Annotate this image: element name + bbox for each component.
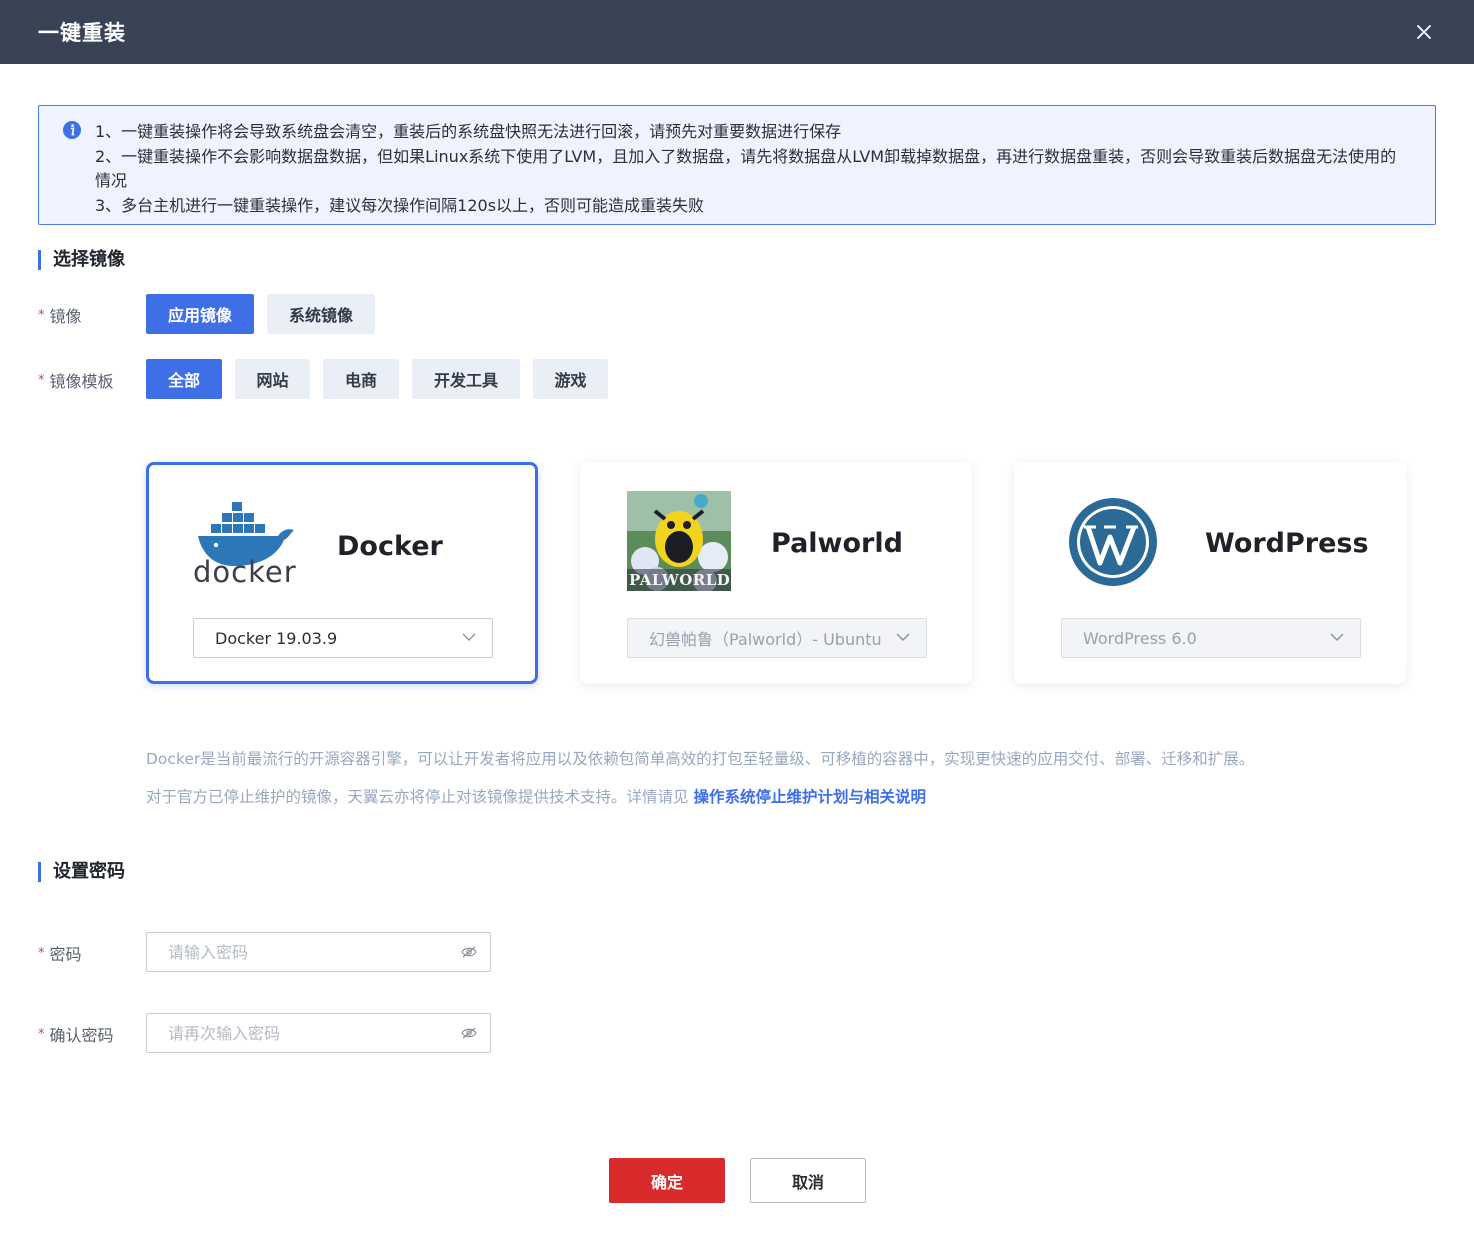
palworld-logo: PALWORLD bbox=[627, 491, 731, 591]
image-description: Docker是当前最流行的开源容器引擎，可以让开发者将应用以及依赖包简单高效的打… bbox=[146, 750, 1255, 768]
notice-line-3: 3、多台主机进行一键重装操作，建议每次操作间隔120s以上，否则可能造成重装失败 bbox=[95, 195, 705, 215]
dialog-header: 一键重装 bbox=[0, 0, 1474, 64]
chevron-down-icon bbox=[1330, 633, 1344, 641]
template-tab-ecommerce[interactable]: 电商 bbox=[323, 359, 399, 399]
wordpress-logo bbox=[1068, 497, 1158, 587]
tab-system-image[interactable]: 系统镜像 bbox=[267, 294, 375, 334]
chevron-down-icon bbox=[896, 633, 910, 641]
docker-version-select[interactable]: Docker 19.03.9 bbox=[193, 618, 493, 658]
cancel-button[interactable]: 取消 bbox=[750, 1158, 866, 1203]
template-label: * 镜像模板 bbox=[38, 372, 114, 391]
template-tab-games[interactable]: 游戏 bbox=[533, 359, 608, 399]
template-tab-all[interactable]: 全部 bbox=[146, 359, 222, 399]
wordpress-version-value: WordPress 6.0 bbox=[1083, 628, 1197, 648]
section-title-password: 设置密码 bbox=[38, 862, 125, 882]
palworld-version-select[interactable]: 幻兽帕鲁（Palworld）- Ubuntu bbox=[627, 618, 927, 658]
card-name-palworld: Palworld bbox=[771, 528, 903, 559]
dialog-title: 一键重装 bbox=[38, 21, 126, 45]
card-name-wordpress: WordPress bbox=[1205, 528, 1369, 559]
wordpress-icon bbox=[1069, 498, 1157, 586]
info-icon bbox=[63, 121, 81, 139]
eye-off-icon[interactable] bbox=[461, 1027, 477, 1039]
docker-logo-text: docker bbox=[193, 555, 297, 589]
image-card-palworld[interactable]: PALWORLD Palworld 幻兽帕鲁（Palworld）- Ubuntu bbox=[580, 462, 972, 684]
notice-box: 1、一键重装操作将会导致系统盘会清空，重装后的系统盘快照无法进行回滚，请预先对重… bbox=[38, 105, 1436, 225]
palworld-version-value: 幻兽帕鲁（Palworld）- Ubuntu bbox=[649, 630, 882, 649]
close-icon bbox=[1417, 25, 1431, 39]
wordpress-version-select[interactable]: WordPress 6.0 bbox=[1061, 618, 1361, 658]
maintenance-plan-link[interactable]: 操作系统停止维护计划与相关说明 bbox=[693, 788, 926, 806]
confirm-password-label: * 确认密码 bbox=[38, 1026, 114, 1045]
maintenance-notice: 对于官方已停止维护的镜像，天翼云亦将停止对该镜像提供技术支持。详情请见 操作系统… bbox=[146, 788, 926, 806]
docker-version-value: Docker 19.03.9 bbox=[215, 628, 338, 648]
template-tab-website[interactable]: 网站 bbox=[235, 359, 310, 399]
confirm-password-input[interactable] bbox=[146, 1013, 491, 1053]
close-button[interactable] bbox=[1410, 18, 1438, 46]
template-tab-devtools[interactable]: 开发工具 bbox=[412, 359, 520, 399]
card-name-docker: Docker bbox=[337, 531, 443, 562]
chevron-down-icon bbox=[462, 633, 476, 641]
password-input[interactable] bbox=[146, 932, 491, 972]
image-card-wordpress[interactable]: WordPress WordPress 6.0 bbox=[1014, 462, 1406, 684]
eye-off-icon[interactable] bbox=[461, 946, 477, 958]
palworld-logo-text: PALWORLD bbox=[629, 571, 731, 589]
notice-line-2: 2、一键重装操作不会影响数据盘数据，但如果Linux系统下使用了LVM，且加入了… bbox=[95, 146, 1397, 191]
password-label: * 密码 bbox=[38, 945, 82, 964]
tab-app-image[interactable]: 应用镜像 bbox=[146, 294, 254, 334]
confirm-button[interactable]: 确定 bbox=[609, 1158, 725, 1203]
image-label: * 镜像 bbox=[38, 307, 82, 326]
section-title-image: 选择镜像 bbox=[38, 250, 125, 270]
notice-line-1: 1、一键重装操作将会导致系统盘会清空，重装后的系统盘快照无法进行回滚，请预先对重… bbox=[95, 122, 842, 141]
image-card-docker[interactable]: docker Docker Docker 19.03.9 bbox=[146, 462, 538, 684]
